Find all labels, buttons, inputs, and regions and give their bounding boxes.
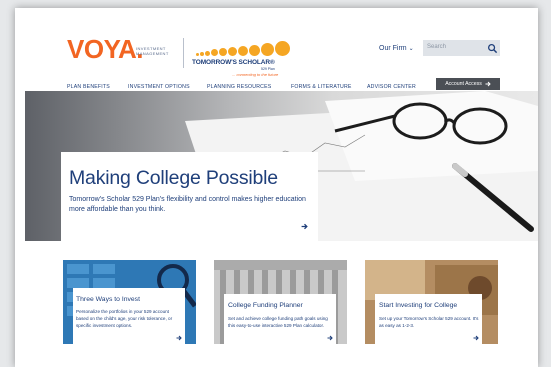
card-title[interactable]: Start Investing for College	[379, 302, 457, 309]
card-title[interactable]: College Funding Planner	[228, 302, 303, 309]
account-access-label: Account Access	[445, 81, 482, 87]
voya-sub-line-2: MANAGEMENT	[136, 51, 169, 56]
voya-logo-subtitle: INVESTMENT MANAGEMENT	[136, 46, 176, 56]
card-text: Personalize the portfolios in your 529 a…	[76, 309, 173, 328]
account-access-button[interactable]: Account Access	[436, 78, 500, 90]
card-title[interactable]: Three Ways to Invest	[76, 296, 140, 303]
card-text: Set up your Tomorrow's Scholar 529 accou…	[379, 316, 479, 328]
arrow-right-icon	[485, 81, 491, 87]
nav-plan-benefits[interactable]: PLAN BENEFITS	[67, 84, 110, 90]
hero-arrow-right-icon[interactable]	[301, 223, 308, 230]
search-icon[interactable]	[487, 43, 498, 54]
our-firm-label: Our Firm	[379, 45, 407, 52]
ts-529-plan: 529 Plan	[261, 67, 275, 71]
search-placeholder: Search	[427, 44, 447, 50]
nav-investment-options[interactable]: INVESTMENT OPTIONS	[128, 84, 190, 90]
hero-text: Tomorrow's Scholar 529 Plan's flexibilit…	[69, 196, 306, 213]
hero-title: Making College Possible	[69, 167, 278, 189]
voya-logo[interactable]: VOYA.	[67, 36, 144, 62]
arrow-right-icon[interactable]	[176, 335, 182, 341]
arrow-right-icon[interactable]	[327, 335, 333, 341]
browser-page: VOYA. INVESTMENT MANAGEMENT TOMORROW'S S…	[15, 8, 538, 367]
logo-divider	[183, 38, 184, 68]
ts-tagline: ... connecting to the future	[232, 72, 279, 77]
tomorrows-scholar-name: TOMORROW'S SCHOLAR®	[192, 59, 275, 66]
nav-forms-literature[interactable]: FORMS & LITERATURE	[291, 84, 352, 90]
arrow-right-icon[interactable]	[473, 335, 479, 341]
chevron-down-icon: ⌄	[408, 46, 414, 52]
card-text: Set and achieve college funding path goa…	[228, 316, 328, 328]
tomorrows-scholar-dots-logo[interactable]	[196, 41, 290, 59]
nav-advisor-center[interactable]: ADVISOR CENTER	[367, 84, 416, 90]
our-firm-dropdown[interactable]: Our Firm ⌄	[379, 45, 414, 52]
nav-planning-resources[interactable]: PLANNING RESOURCES	[207, 84, 271, 90]
